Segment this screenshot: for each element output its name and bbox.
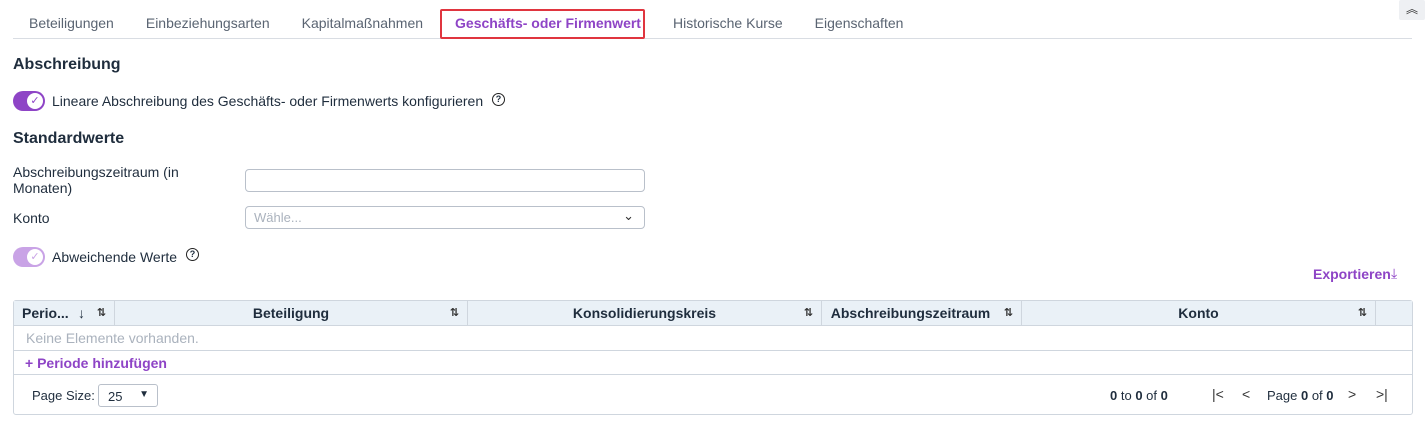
first-page-icon[interactable]: |< xyxy=(1212,386,1224,402)
help-icon[interactable]: ? xyxy=(186,248,199,261)
prev-page-icon[interactable]: < xyxy=(1242,386,1250,402)
data-grid: Perio... ↓ ⇅ Beteiligung ⇅ Konsolidierun… xyxy=(13,300,1413,415)
help-icon[interactable]: ? xyxy=(492,93,505,106)
export-button[interactable]: Exportieren xyxy=(1313,266,1391,282)
field-konto-label: Konto xyxy=(13,210,50,226)
add-periode-label: Periode hinzufügen xyxy=(37,355,167,371)
column-periode-label: Perio... xyxy=(22,305,69,321)
pagination-bar: Page Size: 25 ▼ 0 to 0 of 0 |< < Page 0 … xyxy=(14,375,1412,415)
range-to: 0 xyxy=(1135,388,1143,403)
tab-bar: Beteiligungen Einbeziehungsarten Kapital… xyxy=(13,0,1412,39)
filter-icon[interactable]: ⇅ xyxy=(1358,301,1367,325)
tab-beteiligungen[interactable]: Beteiligungen xyxy=(13,0,130,38)
tab-historische-kurse[interactable]: Historische Kurse xyxy=(657,0,799,38)
sort-arrow-down-icon: ↓ xyxy=(78,305,85,321)
filter-icon[interactable]: ⇅ xyxy=(804,301,813,325)
active-tab-highlight xyxy=(440,9,645,39)
section-title-standardwerte: Standardwerte xyxy=(13,130,125,147)
check-icon: ✓ xyxy=(27,93,43,109)
column-beteiligung[interactable]: Beteiligung ⇅ xyxy=(115,301,468,325)
collapse-button[interactable]: ︽ xyxy=(1399,0,1425,20)
caret-down-icon: ▼ xyxy=(139,389,149,400)
page-total: 0 xyxy=(1326,388,1334,403)
tab-eigenschaften[interactable]: Eigenschaften xyxy=(799,0,920,38)
toggle-abweichende-werte[interactable]: ✓ xyxy=(13,247,45,267)
tab-kapitalmassnahmen[interactable]: Kapitalmaßnahmen xyxy=(286,0,439,38)
chevron-down-icon: ⌄ xyxy=(623,208,634,223)
toggle-abweichend-label: Abweichende Werte xyxy=(52,249,178,265)
field-zeitraum-label-2: Monaten) xyxy=(13,180,73,196)
last-page-icon[interactable]: >| xyxy=(1376,386,1388,402)
page-size-label: Page Size: xyxy=(32,388,95,403)
page-info: Page 0 of 0 xyxy=(1267,388,1334,403)
column-abschreibungszeitraum[interactable]: Abschreibungszeitraum ⇅ xyxy=(822,301,1022,325)
column-konto[interactable]: Konto ⇅ xyxy=(1022,301,1376,325)
page-size-select[interactable]: 25 ▼ xyxy=(98,384,158,407)
page-current: 0 xyxy=(1300,388,1309,403)
plus-icon: + xyxy=(25,355,38,371)
column-beteiligung-label: Beteiligung xyxy=(252,305,330,321)
tab-einbeziehungsarten[interactable]: Einbeziehungsarten xyxy=(130,0,286,38)
next-page-icon[interactable]: > xyxy=(1348,386,1356,402)
abschreibungszeitraum-input[interactable] xyxy=(245,169,645,192)
row-range: 0 to 0 of 0 xyxy=(1110,388,1168,403)
toggle-linear-label: Lineare Abschreibung des Geschäfts- oder… xyxy=(52,93,484,109)
add-periode-button[interactable]: + Periode hinzufügen xyxy=(25,355,167,371)
page-size-value: 25 xyxy=(108,389,123,404)
section-title-abschreibung: Abschreibung xyxy=(13,56,121,73)
range-total: 0 xyxy=(1160,388,1168,403)
empty-text: Keine Elemente vorhanden. xyxy=(26,330,199,346)
column-abschreibungszeitraum-label: Abschreibungszeitraum xyxy=(830,305,991,321)
download-icon[interactable]: ⤓ xyxy=(1391,265,1397,282)
double-chevron-up-icon: ︽ xyxy=(1405,2,1418,16)
column-konsolidierungskreis-label: Konsolidierungskreis xyxy=(572,305,717,321)
field-zeitraum-label-1: Abschreibungszeitraum (in xyxy=(13,164,179,180)
column-konsolidierungskreis[interactable]: Konsolidierungskreis ⇅ xyxy=(468,301,822,325)
empty-row: Keine Elemente vorhanden. xyxy=(14,326,1412,351)
range-from: 0 xyxy=(1110,388,1118,403)
filter-icon[interactable]: ⇅ xyxy=(97,301,106,325)
filter-icon[interactable]: ⇅ xyxy=(450,301,459,325)
column-konto-label: Konto xyxy=(1178,305,1219,321)
filter-icon[interactable]: ⇅ xyxy=(1004,301,1013,325)
toggle-linear-abschreibung[interactable]: ✓ xyxy=(13,91,45,111)
konto-select[interactable]: Wähle... ⌄ xyxy=(245,206,645,229)
grid-header: Perio... ↓ ⇅ Beteiligung ⇅ Konsolidierun… xyxy=(14,301,1412,326)
check-icon: ✓ xyxy=(27,249,43,265)
column-periode[interactable]: Perio... ↓ ⇅ xyxy=(14,301,115,325)
add-periode-row[interactable]: + Periode hinzufügen xyxy=(14,351,1412,375)
konto-placeholder: Wähle... xyxy=(254,210,302,225)
